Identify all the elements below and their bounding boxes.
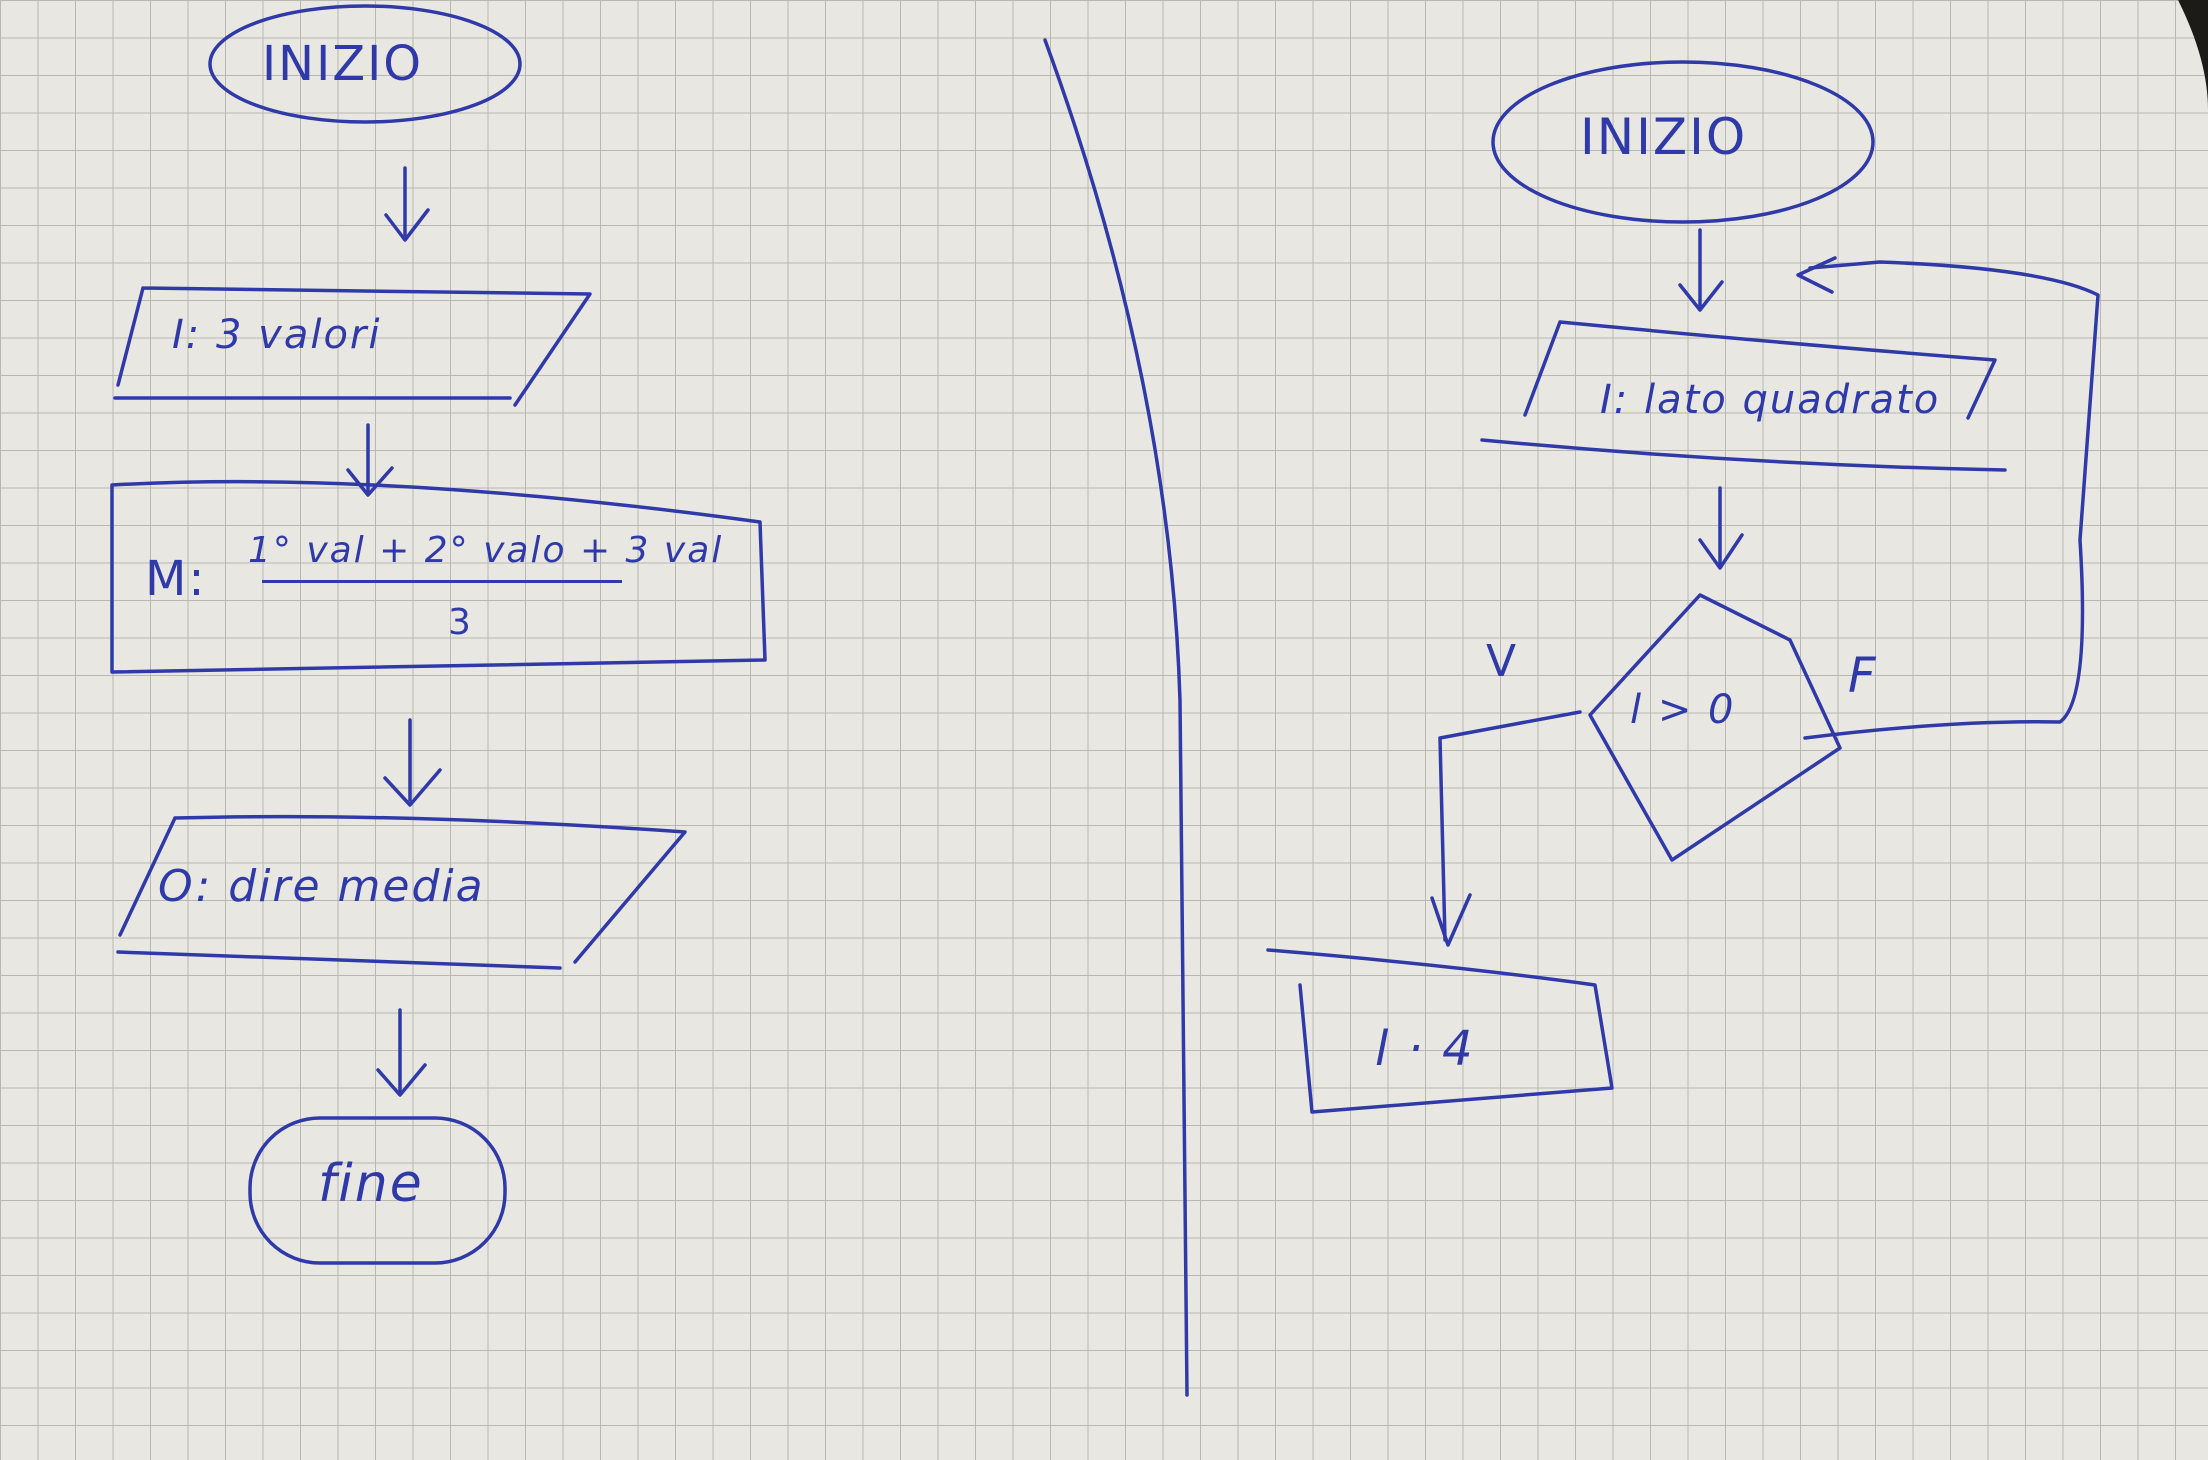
- right-start-label: INIZIO: [1580, 108, 1748, 166]
- right-decision-label: l > 0: [1630, 687, 1736, 733]
- left-start-label: INIZIO: [262, 36, 424, 92]
- right-input-label: I: lato quadrato: [1600, 377, 1941, 423]
- left-input-label: I: 3 valori: [172, 312, 382, 358]
- graph-paper: [0, 0, 2208, 1460]
- notebook-page: INIZIO I: 3 valori M: 1° val + 2° valo +…: [0, 0, 2208, 1460]
- left-end-label: fine: [318, 1154, 424, 1214]
- left-process-prefix: M:: [145, 551, 207, 607]
- right-true-branch-label: V: [1486, 636, 1519, 687]
- left-process-numerator: 1° val + 2° valo + 3 val: [248, 530, 724, 571]
- left-process-fraction-bar: [262, 580, 622, 583]
- right-false-branch-label: F: [1848, 648, 1878, 704]
- left-output-label: O: dire media: [158, 861, 485, 912]
- left-process-denominator: 3: [448, 602, 473, 643]
- right-process-label: l · 4: [1375, 1021, 1475, 1077]
